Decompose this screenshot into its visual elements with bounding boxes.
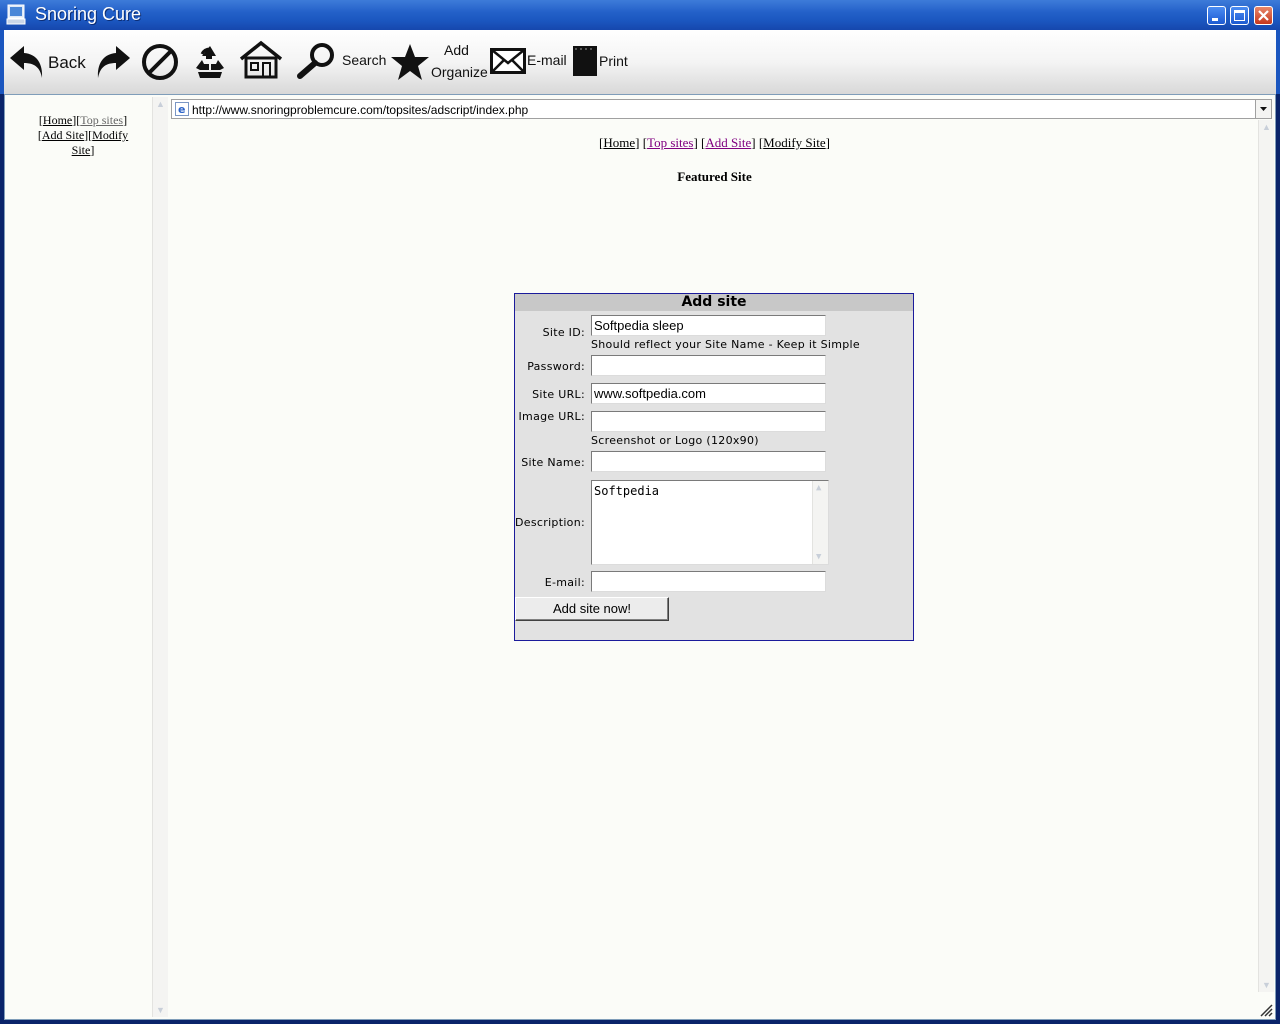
app-icon: [6, 4, 26, 25]
svg-text:e: e: [178, 103, 185, 116]
sitename-input[interactable]: [591, 451, 826, 472]
toolbar: Back Search Add Organize E-mail Print: [0, 30, 1280, 94]
scroll-down-icon[interactable]: ▼: [156, 1005, 165, 1015]
address-bar[interactable]: e http://www.snoringproblemcure.com/tops…: [171, 99, 1272, 119]
imageurl-hint: Screenshot or Logo (120x90): [591, 434, 759, 447]
description-text: Softpedia: [594, 484, 660, 498]
search-button[interactable]: Search: [294, 30, 388, 94]
resize-grip-icon[interactable]: [1259, 1003, 1273, 1017]
back-button[interactable]: Back: [6, 30, 88, 94]
scroll-up-icon[interactable]: ▲: [156, 99, 165, 109]
maximize-icon: [1234, 10, 1245, 21]
siteurl-input[interactable]: www.softpedia.com: [591, 383, 826, 404]
textarea-scroll-down-icon[interactable]: ▼: [816, 552, 821, 562]
stop-button[interactable]: [138, 30, 182, 94]
siteid-hint: Should reflect your Site Name - Keep it …: [591, 338, 860, 351]
star-icon: [391, 44, 429, 80]
title-bar: Snoring Cure: [0, 0, 1280, 30]
top-nav-addsite-link[interactable]: Add Site: [705, 135, 751, 150]
minimize-icon: [1212, 18, 1218, 21]
password-label: Password:: [527, 360, 585, 373]
left-nav-topsites-link[interactable]: Top sites: [80, 113, 123, 127]
favorites-button[interactable]: Add Organize: [388, 30, 488, 94]
form-title: Add site: [515, 294, 913, 311]
siteurl-label: Site URL:: [532, 388, 585, 401]
imageurl-input[interactable]: [591, 411, 826, 432]
main-scroll-up-icon[interactable]: ▲: [1262, 122, 1271, 132]
siteid-input[interactable]: Softpedia sleep: [591, 315, 826, 336]
dropdown-arrow-icon: [1260, 107, 1267, 111]
left-frame: [Home][Top sites] [Add Site][Modify Site…: [8, 97, 152, 1017]
forward-button[interactable]: [90, 30, 132, 94]
main-frame-scrollbar[interactable]: ▲ ▼: [1258, 120, 1274, 992]
description-scrollbar[interactable]: ▲ ▼: [812, 481, 828, 564]
description-textarea[interactable]: Softpedia ▲ ▼: [591, 480, 829, 565]
ie-page-icon: e: [175, 102, 189, 116]
search-icon: [297, 43, 334, 79]
left-nav-site-link[interactable]: Site: [72, 143, 91, 157]
add-site-submit-button[interactable]: Add site now!: [515, 597, 669, 621]
left-frame-scrollbar[interactable]: ▲ ▼: [152, 97, 168, 1017]
siteid-label: Site ID:: [542, 326, 585, 339]
printer-icon: [573, 46, 597, 76]
address-url: http://www.snoringproblemcure.com/topsit…: [192, 103, 529, 117]
top-nav: [Home] [Top sites] [Add Site] [Modify Si…: [599, 135, 830, 150]
refresh-button[interactable]: [188, 30, 232, 94]
minimize-button[interactable]: [1207, 6, 1226, 25]
top-nav-modifysite-link[interactable]: Modify Site: [763, 135, 825, 150]
envelope-icon: [490, 48, 526, 74]
close-icon: [1258, 10, 1269, 21]
browser-frame: [Home][Top sites] [Add Site][Modify Site…: [4, 94, 1276, 1020]
top-nav-home-link[interactable]: Home: [603, 135, 635, 150]
textarea-scroll-up-icon[interactable]: ▲: [816, 483, 821, 493]
window-title: Snoring Cure: [35, 4, 142, 24]
left-nav: [Home][Top sites] [Add Site][Modify Site…: [37, 113, 129, 157]
close-button[interactable]: [1254, 6, 1273, 25]
recycle-icon: [196, 46, 224, 78]
home-button[interactable]: [238, 30, 286, 94]
left-nav-addsite-link[interactable]: Add Site: [42, 128, 84, 142]
maximize-button[interactable]: [1230, 6, 1249, 25]
email-button[interactable]: E-mail: [490, 30, 570, 94]
print-button[interactable]: Print: [570, 30, 636, 94]
main-frame: [Home] [Top sites] [Add Site] [Modify Si…: [171, 120, 1258, 992]
forward-arrow-icon: [97, 46, 130, 78]
sitename-label: Site Name:: [521, 456, 585, 469]
description-label: Description:: [515, 516, 585, 529]
stop-icon: [142, 44, 178, 80]
back-arrow-icon: [10, 46, 43, 78]
imageurl-label: Image URL:: [518, 410, 585, 423]
main-scroll-down-icon[interactable]: ▼: [1262, 980, 1271, 990]
email-label: E-mail:: [544, 576, 585, 589]
address-dropdown[interactable]: [1255, 100, 1271, 118]
featured-site-heading: Featured Site: [677, 169, 752, 184]
top-nav-topsites-link[interactable]: Top sites: [647, 135, 693, 150]
left-nav-home-link[interactable]: Home: [43, 113, 72, 127]
home-icon: [239, 40, 283, 79]
left-nav-modify-link[interactable]: Modify: [92, 128, 128, 142]
add-site-form: Add site Site ID: Softpedia sleep Should…: [514, 293, 914, 641]
email-input[interactable]: [591, 571, 826, 592]
password-input[interactable]: [591, 355, 826, 376]
